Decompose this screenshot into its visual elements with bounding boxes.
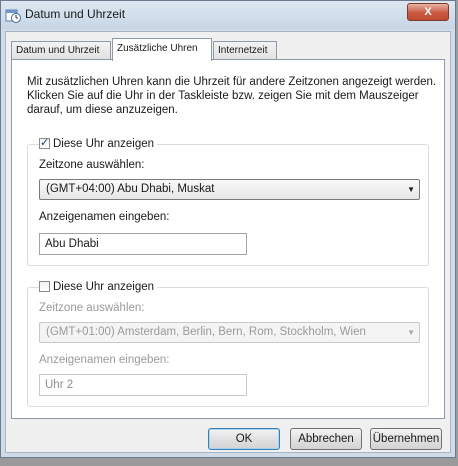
dialog-client-area: Datum und Uhrzeit Zusätzliche Uhren Inte… xyxy=(5,31,451,453)
tab-panel-zusaetzliche-uhren: Mit zusätzlichen Uhren kann die Uhrzeit … xyxy=(11,59,445,419)
clock1-name-label: Anzeigenamen eingeben: xyxy=(39,211,170,223)
chevron-down-icon: ▼ xyxy=(407,328,415,337)
tab-datum-und-uhrzeit[interactable]: Datum und Uhrzeit xyxy=(11,41,111,60)
clock1-checkbox[interactable]: ✓ xyxy=(39,136,50,149)
ok-button[interactable]: OK xyxy=(208,428,280,450)
clock2-checkbox-label: Diese Uhr anzeigen xyxy=(53,281,155,293)
cancel-button[interactable]: Abbrechen xyxy=(290,428,362,450)
title-bar[interactable]: Datum und Uhrzeit X xyxy=(1,1,455,29)
clock1-group: ✓ Diese Uhr anzeigen Zeitzone auswählen:… xyxy=(27,136,429,266)
apply-button[interactable]: Übernehmen xyxy=(370,428,442,450)
clock1-timezone-value: (GMT+04:00) Abu Dhabi, Muskat xyxy=(46,183,215,195)
clock-calendar-icon xyxy=(5,9,21,23)
clock1-name-input[interactable]: Abu Dhabi xyxy=(39,233,247,255)
clock2-name-input: Uhr 2 xyxy=(39,374,247,396)
chevron-down-icon: ▼ xyxy=(407,185,415,194)
clock2-timezone-select: (GMT+01:00) Amsterdam, Berlin, Bern, Rom… xyxy=(39,322,420,343)
clock2-timezone-value: (GMT+01:00) Amsterdam, Berlin, Bern, Rom… xyxy=(46,326,366,338)
clock2-checkbox-row[interactable]: Diese Uhr anzeigen xyxy=(39,280,158,294)
tab-internetzeit[interactable]: Internetzeit xyxy=(213,41,277,60)
close-icon: X xyxy=(424,6,432,18)
clock2-timezone-label: Zeitzone auswählen: xyxy=(39,302,145,314)
clock2-name-label: Anzeigenamen eingeben: xyxy=(39,354,170,366)
tab-zusaetzliche-uhren[interactable]: Zusätzliche Uhren xyxy=(112,38,212,61)
intro-text: Mit zusätzlichen Uhren kann die Uhrzeit … xyxy=(27,76,437,116)
close-button[interactable]: X xyxy=(407,3,449,21)
clock1-checkbox-label: Diese Uhr anzeigen xyxy=(53,138,155,150)
clock2-checkbox[interactable] xyxy=(39,281,50,292)
clock1-checkbox-row[interactable]: ✓ Diese Uhr anzeigen xyxy=(39,136,158,151)
background-window-strip xyxy=(0,458,458,466)
dialog-window: Datum und Uhrzeit X Datum und Uhrzeit Zu… xyxy=(0,0,456,458)
clock2-group: Diese Uhr anzeigen Zeitzone auswählen: (… xyxy=(27,280,429,407)
window-title: Datum und Uhrzeit xyxy=(25,7,126,21)
clock1-timezone-label: Zeitzone auswählen: xyxy=(39,159,145,171)
checkmark-icon: ✓ xyxy=(40,136,50,149)
clock1-timezone-select[interactable]: (GMT+04:00) Abu Dhabi, Muskat ▼ xyxy=(39,179,420,200)
